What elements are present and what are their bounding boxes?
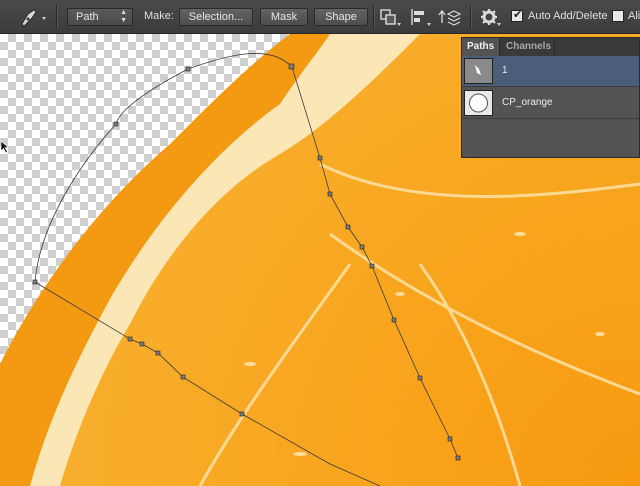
path-item-cp-orange[interactable]: CP_orange bbox=[462, 88, 639, 119]
path-operations-icon[interactable] bbox=[378, 7, 402, 29]
path-alignment-icon[interactable] bbox=[408, 7, 432, 29]
mode-dropdown-value: Path bbox=[76, 11, 99, 23]
make-label: Make: bbox=[144, 10, 174, 22]
pen-icon[interactable] bbox=[16, 6, 48, 28]
auto-add-delete-checkbox[interactable]: ✔ bbox=[511, 9, 523, 22]
make-mask-button[interactable]: Mask bbox=[260, 8, 308, 26]
gear-icon[interactable] bbox=[478, 7, 502, 29]
path-thumbnail bbox=[464, 90, 493, 116]
toolbar-separator bbox=[373, 5, 374, 29]
make-selection-button[interactable]: Selection... bbox=[179, 8, 253, 26]
panel-tab-bar: Paths Channels bbox=[462, 38, 639, 56]
path-arrangement-icon[interactable] bbox=[438, 7, 462, 29]
path-thumbnail-shape-icon bbox=[475, 65, 481, 75]
toolbar-separator bbox=[470, 5, 471, 29]
cursor-arrow-icon bbox=[0, 140, 10, 154]
path-thumbnail-circle-icon bbox=[469, 93, 488, 113]
check-icon: ✔ bbox=[513, 9, 523, 21]
tab-paths[interactable]: Paths bbox=[462, 38, 500, 56]
align-edges-checkbox[interactable] bbox=[612, 10, 624, 22]
options-bar: Path ▲ ▼ Make: Selection... Mask Shape ✔ … bbox=[0, 0, 640, 34]
tab-channels[interactable]: Channels bbox=[501, 38, 555, 56]
mode-dropdown[interactable]: Path ▲ ▼ bbox=[67, 8, 133, 26]
toolbar-separator bbox=[56, 5, 57, 29]
path-thumbnail bbox=[464, 58, 493, 84]
path-item-label: 1 bbox=[502, 65, 508, 76]
paths-panel: Paths Channels 1 CP_orange bbox=[461, 37, 640, 158]
auto-add-delete-label: Auto Add/Delete bbox=[528, 10, 608, 22]
dropdown-arrows-icon: ▲ ▼ bbox=[120, 9, 127, 24]
path-item-label: CP_orange bbox=[502, 97, 553, 108]
align-edges-label: Ali bbox=[628, 10, 640, 22]
make-shape-button[interactable]: Shape bbox=[314, 8, 368, 26]
path-item-1[interactable]: 1 bbox=[462, 56, 639, 87]
